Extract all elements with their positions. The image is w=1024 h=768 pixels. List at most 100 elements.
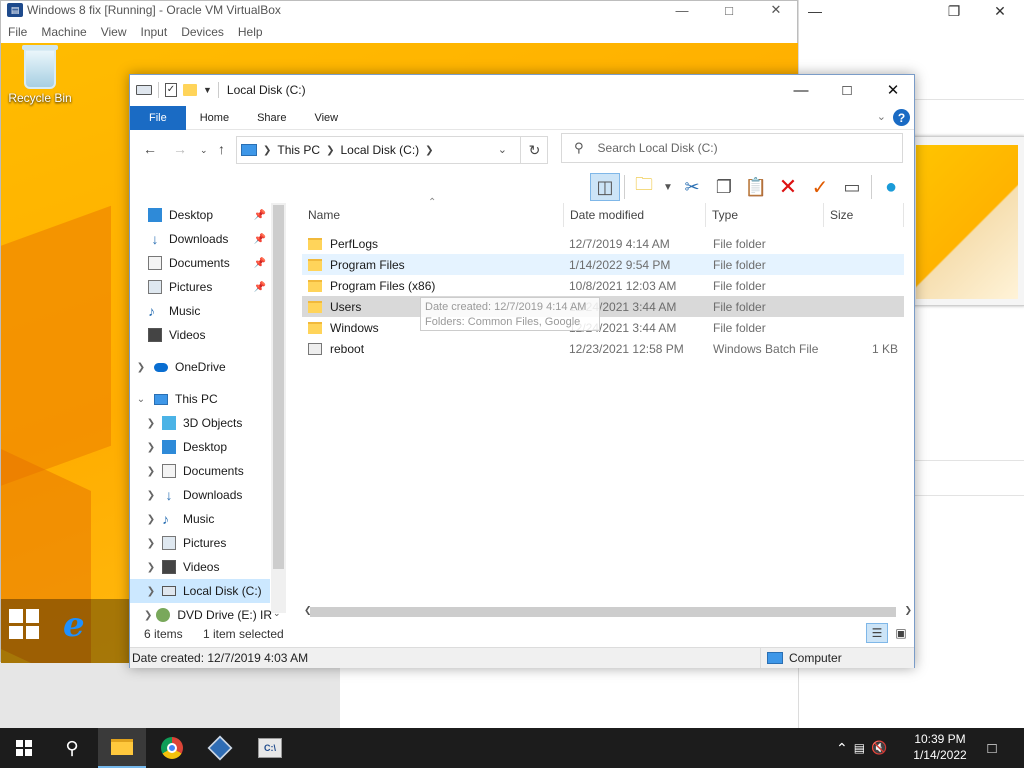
recent-locations-chevron-icon[interactable]: ⌄ <box>200 145 208 156</box>
search-placeholder[interactable]: Search Local Disk (C:) <box>598 141 718 155</box>
search-box[interactable]: ⚲ Search Local Disk (C:) <box>561 133 903 163</box>
taskbar-command-prompt[interactable]: C:\ <box>246 728 294 768</box>
properties-quick-icon[interactable]: ✓ <box>165 83 177 97</box>
explorer-close-button[interactable]: ✕ <box>870 75 916 105</box>
taskbar-virtualbox[interactable] <box>196 728 244 768</box>
customize-quick-access-icon[interactable]: ▼ <box>203 85 212 95</box>
up-arrow-icon[interactable]: ↑ <box>218 141 225 157</box>
file-row[interactable]: PerfLogs 12/7/2019 4:14 AM File folder <box>302 233 904 254</box>
vbox-menu-devices[interactable]: Devices <box>174 25 231 39</box>
nav-pc-local-disk[interactable]: ❯ Local Disk (C:) <box>130 579 270 603</box>
internet-explorer-icon[interactable]: e <box>63 605 85 645</box>
tab-file[interactable]: File <box>130 105 186 130</box>
taskbar-file-explorer[interactable] <box>98 728 146 768</box>
breadcrumb-this-pc[interactable]: This PC <box>277 143 320 157</box>
nav-quick-desktop[interactable]: Desktop 📌 <box>130 203 270 227</box>
network-icon[interactable]: ▤ <box>854 741 865 755</box>
expand-chevron-icon[interactable]: ❯ <box>144 586 158 597</box>
delete-icon[interactable]: ✕ <box>773 173 803 201</box>
explorer-minimize-button[interactable]: — <box>778 75 824 105</box>
expand-chevron-icon[interactable]: ❯ <box>134 362 148 373</box>
guest-windows-logo-icon[interactable] <box>9 609 39 639</box>
rename-icon[interactable]: ▭ <box>837 173 867 201</box>
paste-icon[interactable]: 📋 <box>741 173 771 201</box>
nav-pc-music[interactable]: ❯ ♪ Music <box>130 507 270 531</box>
nav-pc-documents[interactable]: ❯ Documents <box>130 459 270 483</box>
expand-chevron-icon[interactable]: ❯ <box>144 418 158 429</box>
address-bar[interactable]: ❯ This PC ❯ Local Disk (C:) ❯ ⌄ <box>236 136 548 164</box>
column-size[interactable]: Size <box>824 203 904 227</box>
new-folder-icon[interactable]: 🗀 <box>629 173 659 201</box>
help-icon[interactable]: ? <box>893 109 910 126</box>
new-folder-quick-icon[interactable] <box>183 84 197 96</box>
vbox-menu-help[interactable]: Help <box>231 25 270 39</box>
nav-quick-videos[interactable]: Videos <box>130 323 270 347</box>
vbox-menu-machine[interactable]: Machine <box>34 25 93 39</box>
file-row[interactable]: Windows 12/24/2021 3:44 AM File folder <box>302 317 904 338</box>
vbox-menu-file[interactable]: File <box>1 25 34 39</box>
breadcrumb-separator-icon[interactable]: ❯ <box>326 145 334 156</box>
nav-quick-music[interactable]: ♪ Music <box>130 299 270 323</box>
nav-quick-documents[interactable]: Documents 📌 <box>130 251 270 275</box>
tab-home[interactable]: Home <box>186 106 243 130</box>
back-arrow-icon[interactable]: ← <box>143 141 157 157</box>
host-close-button[interactable]: ✕ <box>977 0 1023 22</box>
nav-pc-desktop[interactable]: ❯ Desktop <box>130 435 270 459</box>
new-folder-dropdown-icon[interactable]: ▼ <box>661 173 675 201</box>
taskbar-chrome[interactable] <box>148 728 196 768</box>
nav-pc-downloads[interactable]: ❯ ↓ Downloads <box>130 483 270 507</box>
scroll-right-arrow-icon[interactable]: ❯ <box>904 605 912 616</box>
host-restore-button[interactable]: ❐ <box>931 0 977 22</box>
file-row[interactable]: Program Files (x86) 10/8/2021 12:03 AM F… <box>302 275 904 296</box>
details-view-icon[interactable]: ☰ <box>866 623 888 643</box>
breadcrumb-local-disk[interactable]: Local Disk (C:) <box>340 143 419 157</box>
volume-muted-icon[interactable]: 🔇 <box>871 740 887 756</box>
nav-quick-pictures[interactable]: Pictures 📌 <box>130 275 270 299</box>
breadcrumb-separator-icon[interactable]: ❯ <box>425 145 433 156</box>
collapse-chevron-icon[interactable]: ⌄ <box>134 394 148 405</box>
column-type[interactable]: Type <box>706 203 824 227</box>
file-row[interactable]: reboot 12/23/2021 12:58 PM Windows Batch… <box>302 338 904 359</box>
expand-chevron-icon[interactable]: ❯ <box>144 466 158 477</box>
nav-pc-videos[interactable]: ❯ Videos <box>130 555 270 579</box>
file-row[interactable]: Program Files 1/14/2022 9:54 PM File fol… <box>302 254 904 275</box>
column-name[interactable]: Name <box>302 203 564 227</box>
expand-chevron-icon[interactable]: ❯ <box>144 442 158 453</box>
vbox-menu-input[interactable]: Input <box>134 25 175 39</box>
vbox-close-button[interactable]: ✕ <box>753 1 799 19</box>
nav-onedrive[interactable]: ❯ OneDrive <box>130 355 270 379</box>
expand-chevron-icon[interactable]: ❯ <box>144 610 152 621</box>
expand-chevron-icon[interactable]: ❯ <box>144 514 158 525</box>
copy-icon[interactable]: ❐ <box>709 173 739 201</box>
nav-quick-downloads[interactable]: ↓ Downloads 📌 <box>130 227 270 251</box>
tab-share[interactable]: Share <box>243 106 300 130</box>
navigation-scroll-thumb[interactable] <box>273 205 284 569</box>
cut-icon[interactable]: ✂ <box>677 173 707 201</box>
vbox-minimize-button[interactable]: — <box>659 1 705 19</box>
large-icons-view-icon[interactable]: ▣ <box>890 623 912 643</box>
show-hidden-icons-chevron-icon[interactable]: ⌃ <box>836 740 848 757</box>
horizontal-scroll-thumb[interactable] <box>310 607 896 617</box>
horizontal-scrollbar[interactable]: ❮ ❯ <box>302 605 914 620</box>
column-date-modified[interactable]: Date modified <box>564 203 706 227</box>
expand-chevron-icon[interactable]: ❯ <box>144 490 158 501</box>
recycle-bin-shortcut[interactable]: Recycle Bin <box>5 45 75 105</box>
vbox-menu-view[interactable]: View <box>94 25 134 39</box>
nav-this-pc[interactable]: ⌄ This PC <box>130 387 270 411</box>
breadcrumb-separator-icon[interactable]: ❯ <box>263 145 271 156</box>
preview-pane-icon[interactable]: ◫ <box>590 173 620 201</box>
address-dropdown-chevron-icon[interactable]: ⌄ <box>498 143 507 156</box>
file-row[interactable]: Users 12/24/2021 3:44 AM File folder <box>302 296 904 317</box>
nav-pc-3d-objects[interactable]: ❯ 3D Objects <box>130 411 270 435</box>
search-icon[interactable]: ⚲ <box>48 728 96 768</box>
refresh-icon[interactable]: ↻ <box>520 136 548 164</box>
start-button[interactable] <box>0 728 48 768</box>
forward-arrow-icon[interactable]: → <box>173 141 187 157</box>
properties-check-icon[interactable]: ✓ <box>805 173 835 201</box>
vbox-maximize-button[interactable]: □ <box>706 1 752 19</box>
scroll-down-arrow-icon[interactable]: ⌄ <box>273 608 281 619</box>
network-globe-icon[interactable]: ● <box>876 173 906 201</box>
expand-chevron-icon[interactable]: ❯ <box>144 538 158 549</box>
explorer-maximize-button[interactable]: □ <box>824 75 870 105</box>
expand-ribbon-chevron-icon[interactable]: ⌄ <box>877 110 886 123</box>
